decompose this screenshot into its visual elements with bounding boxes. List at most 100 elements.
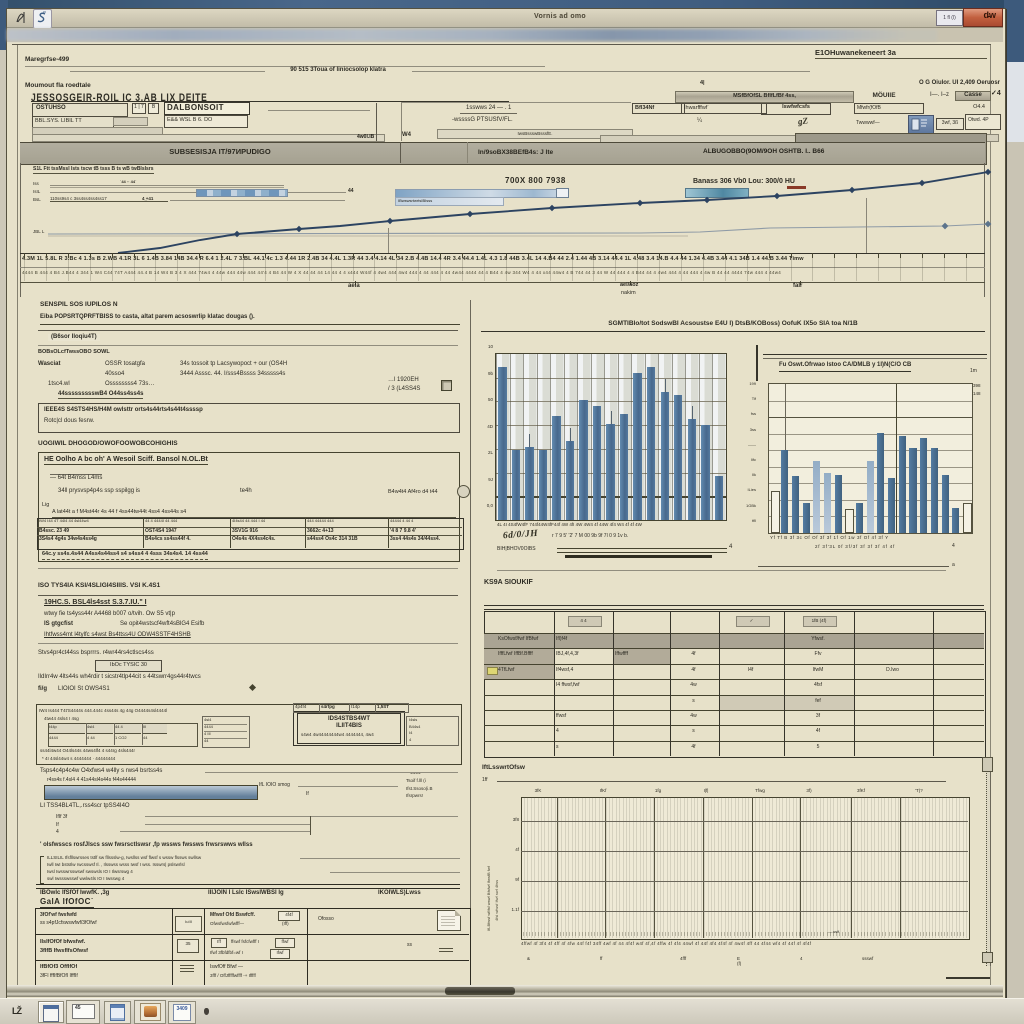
- rtable-cell: [935, 682, 980, 693]
- info-circle-icon[interactable]: [457, 485, 470, 498]
- gantt-mark: —.ssif: [828, 929, 839, 934]
- rtable-rowline: [484, 633, 984, 634]
- formbox-tall: I4slsB44s4I44: [406, 716, 459, 746]
- rtable-cell: [856, 744, 929, 755]
- mini-colline: [86, 723, 87, 745]
- rtable-cell: IBJ,4f,4,3f: [556, 651, 609, 662]
- bl-document-fold: [455, 910, 461, 916]
- rtable-cell: [935, 667, 980, 678]
- strip-cap-1: aela: [348, 283, 360, 290]
- c2-bar: [931, 448, 938, 533]
- rtable-cell: [721, 651, 780, 662]
- left-rule-b: [38, 345, 458, 346]
- rtable-rowline: [484, 679, 984, 680]
- bl-r1c2a: Mfwsf Ofd Bswfcff.: [210, 912, 255, 918]
- bl-chip-ifwf: Ifwf: [270, 949, 290, 959]
- line-marker-gray: [985, 221, 992, 228]
- bl-gala: GalA IfOfOC˙: [40, 897, 94, 908]
- taskbar-item-blue-doc[interactable]: [104, 1001, 131, 1024]
- rtable-cell: 4w: [672, 682, 715, 693]
- c1-ylabel: 9b: [479, 371, 493, 376]
- c1-bar: [593, 406, 601, 520]
- rtable-cell: [935, 728, 980, 739]
- rtable-colline: [784, 611, 785, 756]
- rtable-cell: KsOfwsf/fwf IfBfwf: [498, 636, 562, 647]
- chart2-title-end: 1m: [970, 368, 977, 374]
- c1-gridline-v: [604, 354, 605, 520]
- left-bb5: A lat44t a f M4st44r 4s 44 f 4ss44tw44t …: [52, 509, 456, 518]
- chart1-xrow1: 4L 4I 4S4fW4fF 744f44W4fF44f 4W 4fI 4W 4…: [497, 522, 725, 527]
- bl-r2c1b: 3fIfB IfwsfIfsOfwsf: [40, 948, 88, 954]
- taskbar-item-window[interactable]: [38, 1001, 64, 1023]
- taskbar-item-3409[interactable]: 3409: [168, 1001, 196, 1024]
- left-s5-line: [298, 786, 398, 787]
- c1-gridline-v: [510, 354, 511, 520]
- left-rule-e: [38, 643, 458, 644]
- c2-bar: [835, 475, 842, 533]
- chart1-plot: [495, 353, 727, 521]
- c1-bar-whisker: [570, 428, 571, 441]
- c1-gridline-v: [685, 354, 686, 520]
- bl-chip-col-r2: 35: [177, 939, 199, 953]
- bl-document-icon[interactable]: [437, 910, 461, 931]
- mini-h-cell: 4sl4: [87, 724, 113, 734]
- gantt-vline-major: [752, 797, 753, 938]
- start-button[interactable]: LŽ: [12, 1006, 21, 1017]
- left-s6a: LI TSS4BL4TL,.rss4scr tpSS4I4O: [40, 803, 130, 810]
- fieldset-label: (B6sor Iloqiu4T): [48, 334, 100, 341]
- scrollbar-handle-top[interactable]: [982, 757, 993, 772]
- left-s6-line1: [145, 816, 458, 817]
- gantt-sub-label: ssswf: [862, 956, 873, 961]
- rtable-cell: IfffLfwf IffBf.Bffff: [498, 651, 562, 662]
- c1-ylabel: 2L: [479, 450, 493, 455]
- taskbar-dot: [204, 1008, 209, 1015]
- formbox-center: IDS4STBS4WT ILIlT4BIS s4w4 4w44444444w4 …: [297, 713, 401, 744]
- bl-lines-icon: [439, 948, 453, 954]
- left-w4: 40sso4: [105, 371, 124, 378]
- tall-row: B44s4: [409, 724, 420, 729]
- left-s5a: Tsps4c4p4c4w O4xfws4 w4lly s rws4 bsrtss…: [40, 768, 162, 775]
- scrollbar-handle-bottom[interactable]: [982, 952, 993, 963]
- rtable-cell: If4wsf,4: [556, 667, 609, 678]
- taskbar-item-folder[interactable]: [134, 1000, 166, 1024]
- c2-bar: [920, 438, 927, 533]
- left-s4chip[interactable]: IbOc TYSIC 30: [95, 660, 162, 672]
- gantt-gridline-h: [521, 911, 968, 912]
- formbox-center-sub: s4w4 4w44444444w4 4444444, 4w4: [301, 732, 400, 737]
- c2-bar: [803, 503, 810, 533]
- line-marker: [704, 197, 711, 204]
- taskbar-3409-icon: 3409: [173, 1004, 191, 1021]
- mini-cell: 4444: [49, 735, 85, 744]
- window-resize-notch[interactable]: [445, 987, 515, 995]
- formbox-star: * 4I 44sl44w4 s 4444444 · 44444444: [42, 756, 115, 761]
- rtable-cell: [935, 744, 980, 755]
- left-table-cell: 3S4s4 4g4s 34w4s4ss4g: [39, 536, 141, 547]
- left-w1: Wasciat: [38, 361, 60, 368]
- left-bb1: HE Oolho A bc oh' A Wesoil Sciff. Bansol…: [44, 456, 208, 465]
- rtable-rowline: [484, 725, 984, 726]
- left-s5r2: Ifst.Ssoso(i.B: [406, 786, 433, 791]
- right-scrollbar[interactable]: [986, 760, 991, 966]
- c2-bar: [877, 433, 884, 533]
- left-h1: SENSPIL SOS IUPILOS N: [40, 301, 118, 309]
- gantt-vline-major: [900, 797, 901, 938]
- progress-bar: [44, 785, 258, 800]
- c2-bar: [771, 491, 780, 533]
- left-s8r4: swl Iwssswsswf wwlw4ls IO I Iwsswg 4: [47, 876, 124, 881]
- gantt-top-label: 3fKf: [848, 788, 874, 793]
- bl-rowline: [35, 960, 469, 961]
- c1-gridline-v: [577, 354, 578, 520]
- c1-bar: [661, 392, 669, 520]
- c1-bar: [688, 419, 696, 520]
- chart-vtick-2: [866, 198, 867, 254]
- taskbar-item-doc45[interactable]: 45: [66, 1000, 100, 1024]
- bl-bar3: IKOIWLS)Lwss: [378, 890, 421, 897]
- left-table-colline: [388, 518, 389, 548]
- taskbar-blue-doc-icon: [110, 1004, 125, 1021]
- strip-cap-2: ael/aoz: [620, 282, 638, 289]
- small-grid-icon[interactable]: [441, 380, 452, 391]
- nb-row: 44: [204, 738, 247, 745]
- bl-chip-col-r3: [180, 965, 194, 973]
- gantt-sub-label: &: [527, 956, 530, 961]
- c1-bar: [498, 367, 506, 520]
